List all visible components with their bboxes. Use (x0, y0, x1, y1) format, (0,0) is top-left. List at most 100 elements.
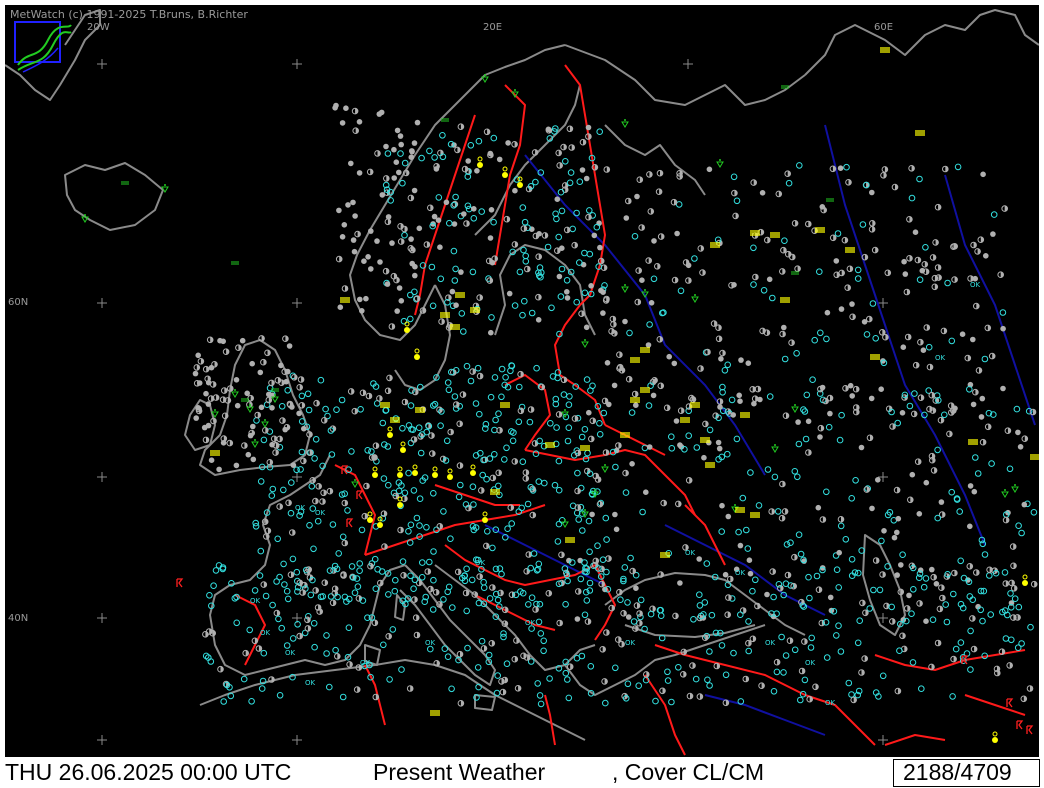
station-circle (407, 402, 415, 409)
station-half-circle (841, 236, 849, 244)
rain-dot-symbol (481, 511, 489, 524)
station-circle (565, 401, 573, 408)
station-half-circle (932, 239, 939, 246)
station-dot (257, 369, 264, 376)
station-dot (269, 441, 275, 448)
station-dot (411, 140, 418, 146)
station-circle (879, 672, 887, 680)
station-dot (650, 392, 657, 399)
station-dot (374, 238, 380, 244)
station-circle (573, 209, 580, 217)
station-half-circle (263, 533, 270, 540)
station-circle (621, 564, 629, 571)
station-half-circle (376, 395, 383, 402)
station-half-circle (764, 236, 771, 244)
station-half-circle (805, 220, 812, 228)
station-half-circle (634, 298, 642, 306)
station-dot (970, 336, 976, 343)
station-circle (692, 675, 700, 683)
station-dot (706, 439, 712, 446)
station-dot (435, 217, 442, 223)
station-dot (368, 228, 374, 234)
station-half-circle (908, 165, 915, 172)
station-half-circle (315, 483, 322, 490)
station-circle (400, 317, 408, 325)
station-half-circle (984, 423, 992, 431)
station-dot (1000, 385, 1006, 392)
station-dot (837, 165, 844, 171)
station-circle (413, 514, 421, 522)
station-half-circle (268, 676, 275, 683)
station-circle (986, 572, 993, 579)
station-half-circle (964, 354, 972, 362)
station-half-circle (217, 665, 224, 673)
station-circle (866, 605, 873, 612)
station-circle (612, 463, 619, 471)
station-half-circle (631, 390, 639, 398)
station-half-circle (858, 669, 865, 676)
station-half-circle (930, 573, 937, 581)
station-half-circle (906, 255, 913, 262)
station-circle (501, 456, 508, 463)
station-dot (978, 414, 985, 420)
station-circle (480, 584, 488, 591)
station-half-circle (524, 265, 531, 273)
station-half-circle (485, 257, 493, 265)
station-dot (598, 287, 604, 294)
station-half-circle (689, 662, 696, 669)
station-half-circle (299, 589, 306, 596)
station-half-circle (486, 277, 494, 284)
station-circle (586, 250, 594, 258)
station-circle (323, 632, 330, 639)
station-half-circle (811, 227, 818, 234)
station-half-circle (889, 423, 896, 430)
station-dot (192, 370, 199, 377)
rain-dot-symbol (476, 156, 484, 169)
station-circle (445, 583, 453, 591)
station-half-circle (601, 678, 608, 685)
station-dot (979, 395, 986, 402)
ok-label: OK (250, 597, 261, 605)
station-dot (747, 570, 754, 577)
station-circle (443, 437, 451, 445)
weather-map[interactable]: OK OK OK OK OK OK OK OK OK OK OK OK OK OK OK OK OK OK Met… (5, 5, 1039, 757)
station-circle (782, 580, 790, 587)
station-dot (671, 360, 678, 367)
station-dot (579, 167, 586, 173)
station-circle (1011, 595, 1019, 602)
station-half-circle (881, 166, 889, 173)
station-dot (384, 281, 391, 287)
station-circle (811, 336, 818, 344)
shower-symbol (791, 403, 799, 413)
station-circle (487, 393, 495, 401)
station-circle (974, 470, 982, 477)
station-half-circle (929, 254, 937, 261)
station-half-circle (600, 264, 608, 271)
station-circle (469, 483, 477, 490)
station-circle (957, 557, 964, 565)
shower-symbol (691, 293, 699, 303)
station-half-circle (829, 165, 837, 173)
station-dot (393, 159, 400, 165)
station-half-circle (647, 208, 655, 215)
station-half-circle (713, 662, 721, 670)
station-half-circle (629, 567, 636, 575)
station-half-circle (306, 431, 313, 438)
station-circle (791, 646, 799, 654)
station-dot (824, 309, 831, 316)
station-dot (912, 229, 919, 235)
station-circle (392, 576, 399, 584)
fog-symbol (339, 297, 351, 303)
station-dot (696, 556, 702, 562)
station-circle (536, 692, 544, 699)
station-half-circle (459, 391, 467, 398)
station-half-circle (822, 397, 829, 405)
thunderstorm-symbol (1006, 698, 1013, 708)
station-circle (536, 437, 543, 445)
station-circle (516, 383, 523, 391)
station-circle (524, 500, 532, 508)
station-half-circle (456, 420, 463, 428)
map-canvas[interactable]: OK OK OK OK OK OK OK OK OK OK OK OK OK OK OK OK OK OK (5, 5, 1039, 757)
station-dot (952, 405, 958, 412)
station-circle (1027, 623, 1034, 631)
